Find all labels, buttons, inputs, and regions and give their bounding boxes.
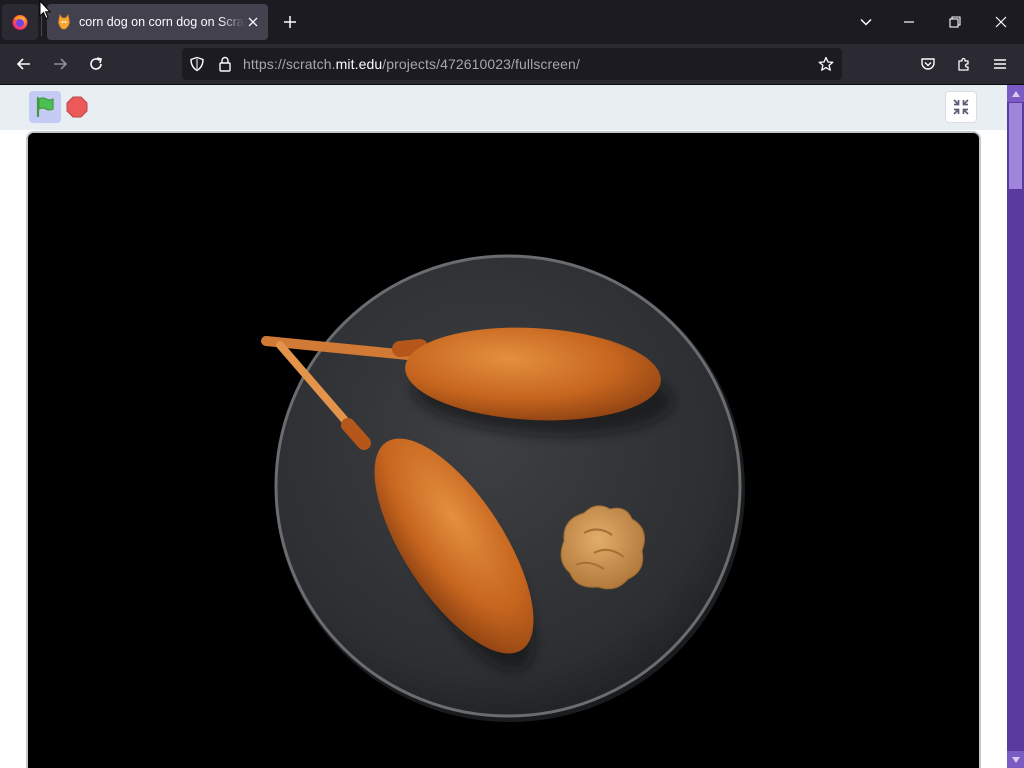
url-path: /projects/472610023/fullscreen/ (382, 56, 580, 72)
puzzle-icon (958, 57, 969, 71)
extensions-button[interactable] (950, 50, 978, 78)
stop-sign-icon (66, 96, 88, 118)
pocket-button[interactable] (914, 50, 942, 78)
shield-icon (190, 56, 204, 72)
tab-close-button[interactable] (244, 13, 262, 31)
restore-icon (949, 16, 961, 28)
mouse-cursor-icon (39, 0, 51, 20)
minimize-icon (904, 21, 914, 23)
unfullscreen-icon (953, 99, 969, 115)
url-bar[interactable]: https://scratch.mit.edu/projects/4726100… (182, 48, 842, 80)
app-menu-button[interactable] (986, 50, 1014, 78)
hamburger-icon (994, 59, 1006, 69)
project-stage[interactable] (26, 131, 981, 768)
arrow-right-icon (54, 58, 68, 70)
chevron-down-icon (860, 18, 872, 26)
scroll-down-button[interactable] (1007, 751, 1024, 768)
star-icon (818, 56, 834, 71)
minimize-button[interactable] (895, 8, 923, 36)
firefox-view-button[interactable] (2, 4, 38, 40)
tab-list-button[interactable] (852, 8, 880, 36)
firefox-icon (12, 15, 28, 30)
scroll-up-button[interactable] (1007, 85, 1024, 102)
triangle-up-icon (1011, 90, 1020, 97)
lock-icon (219, 56, 231, 72)
url-host: mit.edu (335, 56, 383, 72)
triangle-down-icon (1011, 756, 1020, 763)
tab-strip: corn dog on corn dog on Scratch (0, 0, 1024, 44)
scroll-thumb[interactable] (1009, 103, 1022, 189)
corn-dog-plate-image (28, 133, 979, 768)
url-prefix: https://scratch. (243, 56, 336, 72)
page-scrollbar[interactable] (1007, 85, 1024, 768)
plus-icon (284, 16, 296, 28)
back-button[interactable] (10, 50, 38, 78)
restore-button[interactable] (941, 8, 969, 36)
window-close-button[interactable] (987, 8, 1015, 36)
url-text[interactable]: https://scratch.mit.edu/projects/4726100… (243, 56, 580, 72)
forward-button[interactable] (46, 50, 74, 78)
scratch-fullscreen-page (0, 85, 1007, 768)
close-icon (248, 17, 258, 27)
tracking-protection-button[interactable] (187, 54, 207, 74)
tab-title: corn dog on corn dog on Scratch (79, 15, 245, 29)
stage-controls-bar (0, 85, 1007, 130)
reload-icon (90, 57, 102, 70)
bookmark-button[interactable] (816, 54, 836, 74)
green-flag-icon (36, 96, 54, 118)
exit-fullscreen-button[interactable] (945, 91, 977, 123)
navigation-toolbar: https://scratch.mit.edu/projects/4726100… (0, 44, 1024, 85)
scratch-cat-favicon (58, 14, 70, 30)
new-tab-button[interactable] (278, 10, 302, 34)
arrow-left-icon (16, 58, 30, 70)
site-info-button[interactable] (215, 54, 235, 74)
pocket-icon (921, 58, 935, 70)
reload-button[interactable] (82, 50, 110, 78)
close-icon (995, 16, 1007, 28)
green-flag-button[interactable] (29, 91, 61, 123)
stop-button[interactable] (66, 96, 88, 118)
tab-active[interactable]: corn dog on corn dog on Scratch (47, 4, 268, 40)
